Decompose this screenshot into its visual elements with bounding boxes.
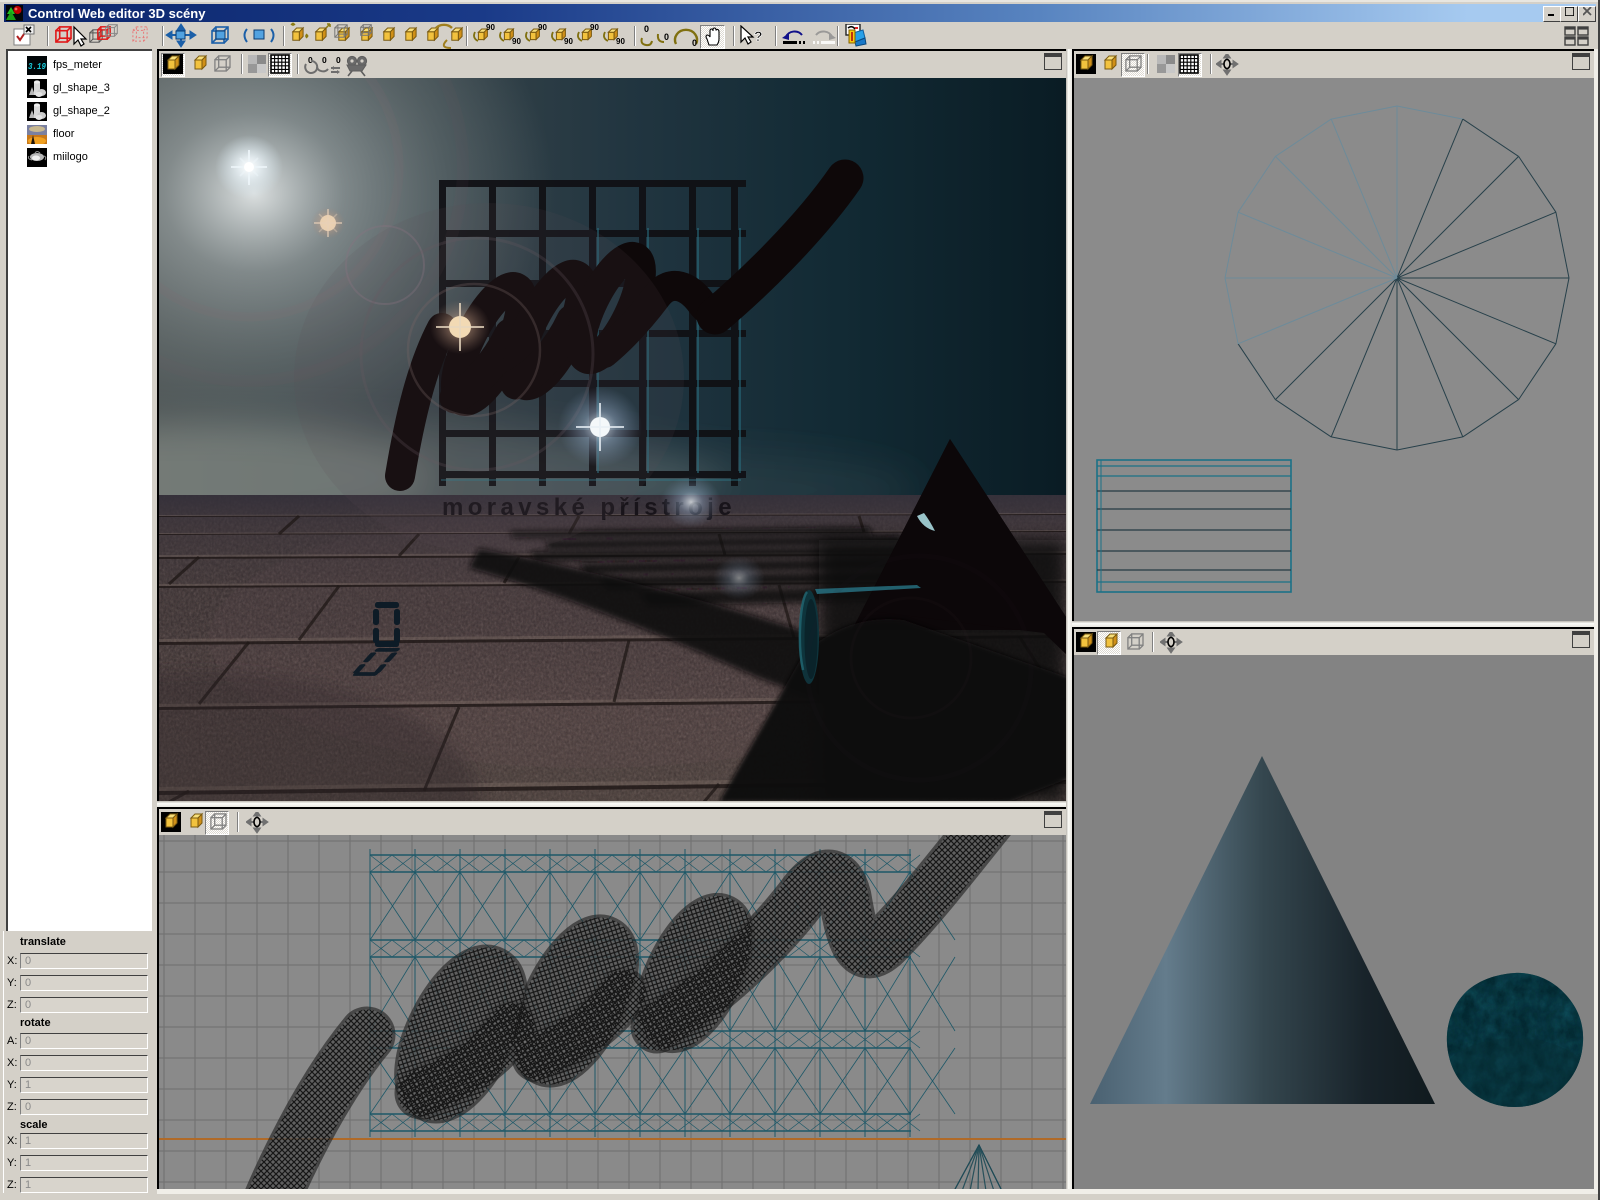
svg-text:3.19: 3.19	[28, 62, 46, 72]
svg-text:0: 0	[692, 38, 697, 48]
svg-text:0: 0	[644, 24, 649, 34]
svg-text:90: 90	[564, 37, 573, 46]
svg-text:90: 90	[616, 37, 625, 46]
svg-text:90: 90	[590, 23, 599, 32]
svg-text:0: 0	[308, 55, 313, 65]
svg-text:0: 0	[336, 55, 341, 65]
svg-text:90: 90	[538, 23, 547, 32]
svg-text:0: 0	[322, 55, 327, 65]
svg-text:90: 90	[486, 23, 495, 32]
svg-text:90: 90	[512, 37, 521, 46]
svg-text:?: ?	[754, 28, 763, 44]
svg-text:0: 0	[664, 32, 669, 42]
